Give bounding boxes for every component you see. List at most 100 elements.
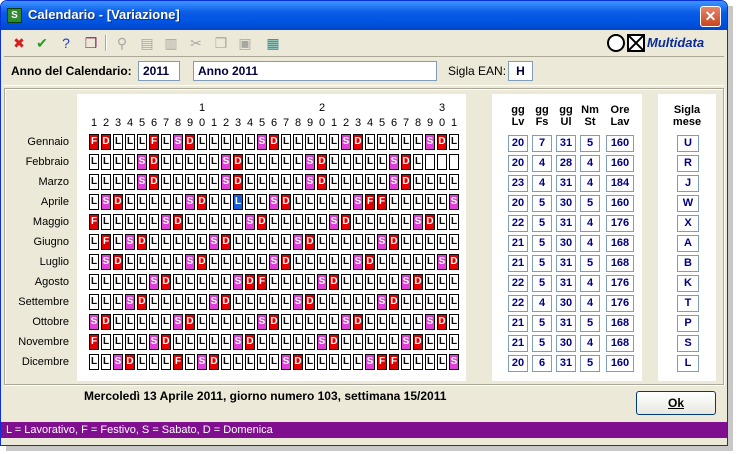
day-cell[interactable]: L	[437, 294, 447, 310]
day-cell[interactable]: L	[389, 214, 399, 230]
day-cell[interactable]: S	[185, 254, 195, 270]
day-cell[interactable]: L	[449, 314, 459, 330]
day-cell[interactable]: L	[293, 134, 303, 150]
day-cell[interactable]: L	[185, 214, 195, 230]
day-cell[interactable]: L	[173, 294, 183, 310]
day-cell[interactable]: L	[281, 134, 291, 150]
day-cell[interactable]: L	[293, 194, 303, 210]
day-cell[interactable]: L	[329, 314, 339, 330]
day-cell[interactable]: L	[101, 354, 111, 370]
day-cell[interactable]: L	[137, 354, 147, 370]
day-cell[interactable]: L	[125, 254, 135, 270]
day-cell[interactable]: S	[257, 314, 267, 330]
day-cell[interactable]: L	[245, 294, 255, 310]
day-cell[interactable]: D	[209, 354, 219, 370]
day-cell[interactable]: L	[209, 194, 219, 210]
day-cell[interactable]: S	[161, 214, 171, 230]
day-cell[interactable]: S	[245, 214, 255, 230]
day-cell[interactable]: D	[245, 334, 255, 350]
day-cell[interactable]: D	[425, 214, 435, 230]
day-cell[interactable]: L	[449, 174, 459, 190]
day-cell[interactable]: L	[125, 154, 135, 170]
sigla-cell[interactable]: T	[677, 295, 699, 312]
day-cell[interactable]: D	[161, 334, 171, 350]
day-cell[interactable]: L	[125, 194, 135, 210]
day-cell[interactable]: S	[293, 234, 303, 250]
day-cell[interactable]: L	[257, 174, 267, 190]
day-cell[interactable]: L	[245, 254, 255, 270]
day-cell[interactable]: D	[113, 194, 123, 210]
day-cell[interactable]: L	[377, 314, 387, 330]
day-cell[interactable]: L	[125, 214, 135, 230]
day-cell[interactable]: F	[173, 354, 183, 370]
day-cell[interactable]: L	[149, 194, 159, 210]
day-cell[interactable]: S	[149, 274, 159, 290]
day-cell[interactable]: D	[329, 274, 339, 290]
day-cell[interactable]: S	[353, 194, 363, 210]
day-cell[interactable]: L	[269, 294, 279, 310]
day-cell[interactable]: S	[317, 274, 327, 290]
day-cell[interactable]: S	[173, 314, 183, 330]
day-cell[interactable]: L	[329, 234, 339, 250]
calculator-icon[interactable]: ▦	[263, 33, 283, 53]
day-cell[interactable]: D	[149, 154, 159, 170]
day-cell[interactable]: D	[353, 134, 363, 150]
day-cell[interactable]: L	[233, 214, 243, 230]
day-cell[interactable]: L	[245, 314, 255, 330]
day-cell[interactable]: L	[341, 274, 351, 290]
day-cell[interactable]: L	[185, 174, 195, 190]
day-cell[interactable]: L	[197, 174, 207, 190]
day-cell[interactable]: D	[269, 134, 279, 150]
day-cell[interactable]: L	[257, 294, 267, 310]
day-cell[interactable]: L	[257, 194, 267, 210]
sigla-cell[interactable]: X	[677, 215, 699, 232]
day-cell[interactable]: L	[413, 314, 423, 330]
day-cell[interactable]: D	[221, 234, 231, 250]
day-cell[interactable]: L	[221, 254, 231, 270]
day-cell[interactable]: L	[425, 334, 435, 350]
sigla-cell[interactable]: U	[677, 135, 699, 152]
day-cell[interactable]: D	[269, 314, 279, 330]
day-cell[interactable]: L	[101, 334, 111, 350]
day-cell[interactable]: L	[305, 254, 315, 270]
day-cell[interactable]: L	[221, 134, 231, 150]
day-cell[interactable]: D	[221, 294, 231, 310]
day-cell[interactable]: L	[425, 354, 435, 370]
day-cell[interactable]: L	[149, 254, 159, 270]
day-cell[interactable]: L	[221, 194, 231, 210]
sigla-cell[interactable]: R	[677, 155, 699, 172]
day-cell[interactable]: D	[413, 274, 423, 290]
day-cell[interactable]: D	[137, 234, 147, 250]
day-cell[interactable]: L	[449, 274, 459, 290]
day-cell[interactable]: L	[365, 174, 375, 190]
day-cell[interactable]: L	[341, 294, 351, 310]
day-cell[interactable]: L	[173, 174, 183, 190]
day-cell[interactable]: L	[197, 234, 207, 250]
day-cell[interactable]: L	[185, 294, 195, 310]
day-cell[interactable]: L	[221, 314, 231, 330]
day-cell[interactable]: L	[137, 134, 147, 150]
day-cell[interactable]: L	[269, 174, 279, 190]
day-cell[interactable]: L	[269, 214, 279, 230]
day-cell[interactable]: L	[341, 334, 351, 350]
sigla-cell[interactable]: J	[677, 175, 699, 192]
day-cell[interactable]: S	[149, 334, 159, 350]
day-cell[interactable]: F	[101, 234, 111, 250]
day-cell[interactable]: L	[353, 234, 363, 250]
day-cell[interactable]: S	[425, 134, 435, 150]
day-cell[interactable]: L	[101, 294, 111, 310]
ean-field[interactable]: H	[508, 61, 533, 81]
day-cell[interactable]: L	[317, 194, 327, 210]
day-cell[interactable]: L	[197, 314, 207, 330]
day-cell[interactable]: F	[257, 274, 267, 290]
day-cell[interactable]: L	[413, 154, 423, 170]
day-cell[interactable]: L	[125, 334, 135, 350]
day-cell[interactable]: L	[305, 274, 315, 290]
day-cell[interactable]: L	[317, 134, 327, 150]
cancel-icon[interactable]: ✖	[9, 33, 29, 53]
day-cell[interactable]: L	[293, 214, 303, 230]
day-cell[interactable]: L	[173, 334, 183, 350]
day-cell[interactable]: L	[449, 334, 459, 350]
day-cell[interactable]: L	[113, 294, 123, 310]
day-cell[interactable]: L	[341, 234, 351, 250]
